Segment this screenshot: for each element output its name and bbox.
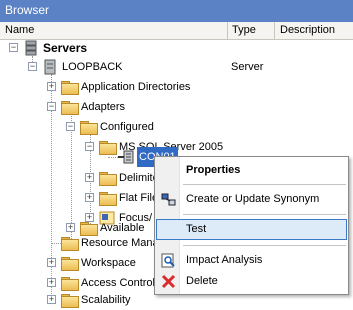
collapse-toggle[interactable]: − [66, 122, 75, 131]
column-header-type[interactable]: Type [232, 24, 256, 36]
tree-node-configured[interactable]: − Configured [0, 117, 180, 137]
tree-connector [52, 243, 61, 244]
synonym-icon [161, 193, 176, 206]
folder-icon [61, 237, 79, 251]
tree-connector [108, 157, 118, 158]
tree-node-scalability[interactable]: + Scalability [0, 290, 160, 310]
menu-item-label: Test [186, 223, 207, 235]
expand-toggle[interactable]: + [47, 258, 56, 267]
expand-toggle[interactable]: + [47, 82, 56, 91]
menu-item-label: Properties [186, 164, 241, 176]
tree-type-cell: Server [231, 61, 264, 73]
collapse-toggle[interactable]: − [47, 102, 56, 111]
expand-toggle[interactable]: + [66, 223, 75, 232]
menu-item-test[interactable]: Test [156, 219, 347, 240]
tree-node-workspace[interactable]: + Workspace [0, 253, 160, 273]
menu-item-label: Create or Update Synonym [186, 193, 320, 205]
expand-toggle[interactable]: + [47, 295, 56, 304]
collapse-toggle[interactable]: − [28, 62, 37, 71]
column-header-description[interactable]: Description [280, 24, 335, 36]
tree-node-flat-file[interactable]: + Flat File [0, 188, 160, 208]
tree-node-servers[interactable]: − Servers [0, 38, 120, 58]
tree-label: Application Directories [81, 81, 191, 93]
folder-icon [61, 81, 79, 95]
tree-node-delimited[interactable]: + Delimite [0, 168, 160, 188]
menu-item-delete[interactable]: Delete [156, 271, 347, 292]
folder-icon [99, 192, 117, 206]
context-menu: Properties Create or Update Synonym Test… [154, 156, 349, 295]
menu-item-label: Delete [186, 275, 218, 287]
tree-node-resource-management[interactable]: Resource Mana [0, 233, 160, 253]
column-header-name[interactable]: Name [5, 24, 34, 36]
tree-label: Servers [43, 41, 88, 55]
connection-icon [118, 150, 134, 164]
tree-label: Adapters [81, 101, 126, 113]
tree-label: Workspace [81, 257, 136, 269]
expand-toggle[interactable]: + [47, 278, 56, 287]
tree-node-loopback[interactable]: − LOOPBACK Server [0, 57, 353, 77]
tree-node-adapters[interactable]: − Adapters [0, 97, 160, 117]
server-icon [44, 59, 56, 75]
menu-separator [183, 214, 346, 215]
folder-icon [61, 294, 79, 308]
folder-icon [61, 277, 79, 291]
tree-node-application-directories[interactable]: + Application Directories [0, 77, 230, 97]
delete-icon [161, 274, 176, 289]
tree-label: Delimite [119, 172, 159, 184]
tree-node-connection[interactable]: CON01 [0, 147, 180, 167]
expand-toggle[interactable]: + [85, 193, 94, 202]
menu-item-label: Impact Analysis [186, 254, 263, 266]
tree-label: Resource Mana [81, 237, 159, 249]
impact-analysis-icon [161, 253, 175, 268]
tree-label: Configured [100, 121, 154, 133]
menu-separator [183, 245, 346, 246]
tree-label: LOOPBACK [62, 61, 123, 73]
server-group-icon [25, 40, 37, 56]
menu-separator [183, 184, 346, 185]
folder-icon [99, 172, 117, 186]
column-divider[interactable] [227, 22, 228, 40]
folder-open-icon [61, 101, 79, 115]
menu-item-create-update-synonym[interactable]: Create or Update Synonym [156, 189, 347, 210]
folder-open-icon [80, 121, 98, 135]
collapse-toggle[interactable]: − [9, 43, 18, 52]
folder-icon [61, 257, 79, 271]
column-divider[interactable] [274, 22, 275, 40]
expand-toggle[interactable]: + [85, 173, 94, 182]
window-title: Browser [0, 0, 353, 22]
menu-item-impact-analysis[interactable]: Impact Analysis [156, 250, 347, 271]
tree-label: Scalability [81, 294, 131, 306]
tree-label: Flat File [119, 192, 159, 204]
menu-item-properties[interactable]: Properties [156, 160, 347, 181]
